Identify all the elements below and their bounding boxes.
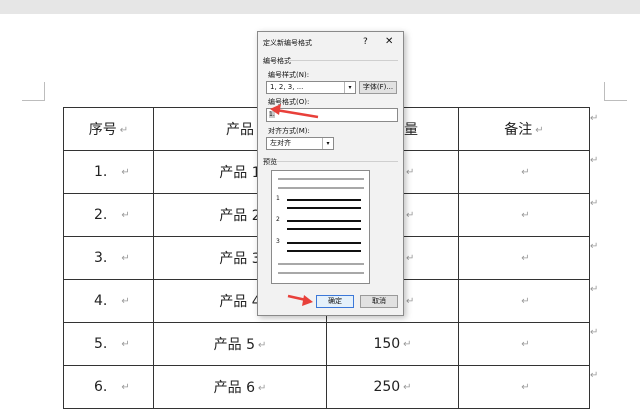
arrow-to-format-field-icon <box>270 104 319 119</box>
arrow-to-ok-button-icon <box>287 294 313 306</box>
annotation-arrows <box>270 104 319 306</box>
